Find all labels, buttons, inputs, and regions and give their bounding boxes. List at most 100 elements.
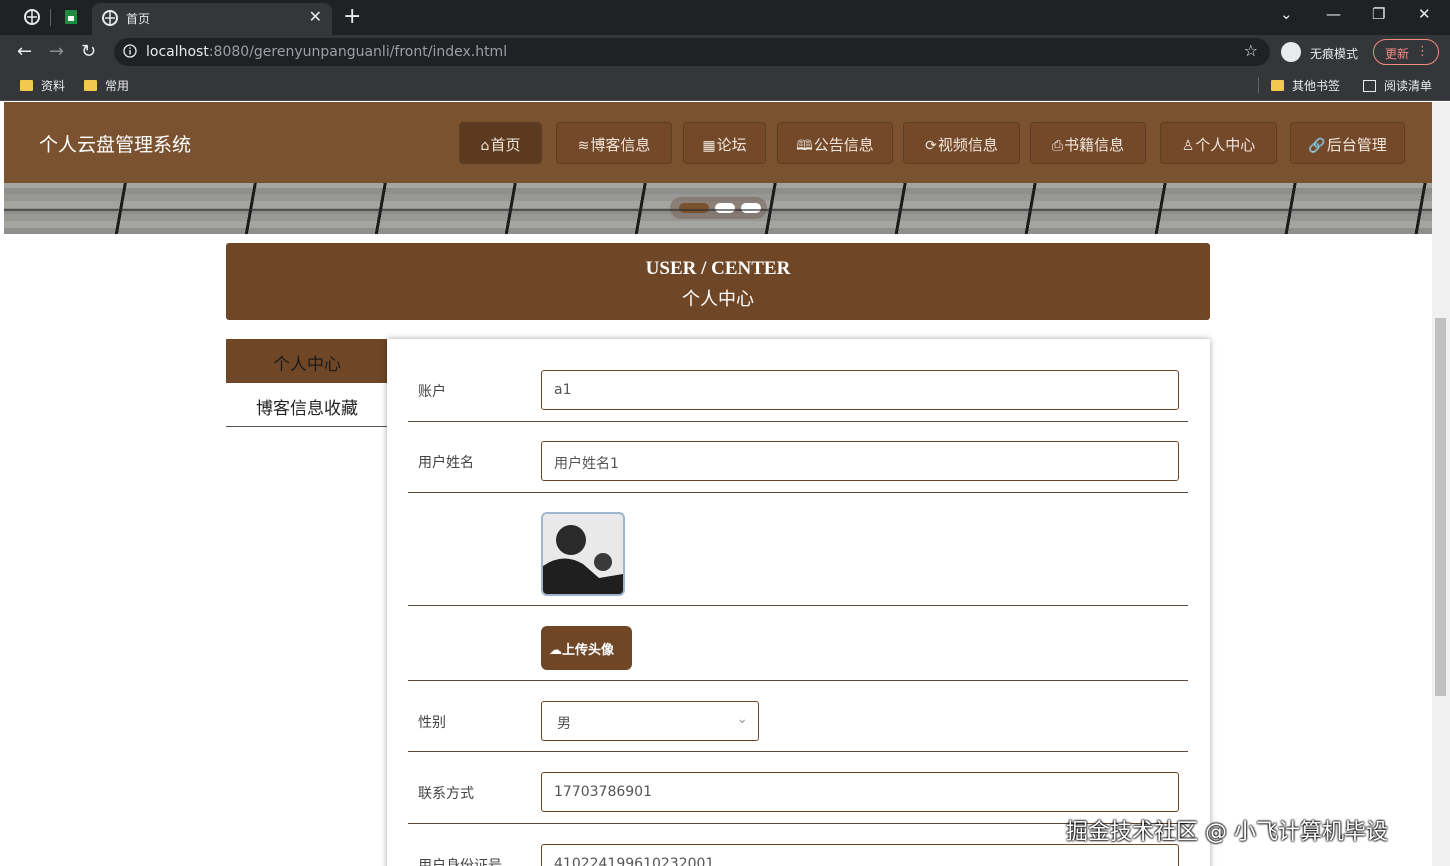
reading-list-icon <box>1363 80 1376 92</box>
bookmark-label: 阅读清单 <box>1384 79 1433 93</box>
book-icon: 🕮 <box>796 138 813 154</box>
form-row-account: 账户 a1 <box>408 339 1188 422</box>
section-title-en: USER / CENTER <box>645 258 791 279</box>
back-arrow-icon[interactable]: ← <box>17 41 32 62</box>
scrollbar-thumb[interactable] <box>1435 318 1446 696</box>
bookmarks-bar: 资料 常用 其他书签 阅读清单 <box>0 69 1450 101</box>
bookmark-folder-other[interactable]: 其他书签 <box>1271 77 1340 94</box>
address-bar[interactable]: localhost:8080/gerenyunpanguanli/front/i… <box>114 38 1270 66</box>
update-label: 更新 <box>1385 47 1410 61</box>
video-icon: ⟳ <box>925 138 937 154</box>
new-tab-button[interactable]: + <box>343 4 361 29</box>
reading-list[interactable]: 阅读清单 <box>1363 77 1432 94</box>
nav-label: 视频信息 <box>937 136 998 154</box>
site-header: 个人云盘管理系统 ⌂首页 ≋博客信息 ▦论坛 🕮公告信息 ⟳视频信息 ⎙书籍信息… <box>4 102 1432 183</box>
chevron-down-icon: ⌄ <box>736 711 748 727</box>
tab-divider <box>50 9 51 26</box>
avatar-silhouette-icon <box>543 514 623 594</box>
phone-input[interactable]: 17703786901 <box>541 772 1179 812</box>
tab-home[interactable]: 首页 ✕ <box>92 3 332 35</box>
url-text: localhost:8080/gerenyunpanguanli/front/i… <box>146 44 507 60</box>
avatar-image <box>541 512 625 596</box>
carousel-dot-3[interactable] <box>741 203 761 213</box>
name-label: 用户姓名 <box>418 455 474 471</box>
side-item-user-center[interactable]: 个人中心 <box>226 339 388 383</box>
account-label: 账户 <box>418 384 446 400</box>
form-row-avatar <box>408 493 1188 606</box>
phone-label: 联系方式 <box>418 786 474 802</box>
close-tab-icon[interactable]: ✕ <box>309 7 322 26</box>
printer-icon: ⎙ <box>1051 138 1064 154</box>
layers-icon: ≋ <box>577 138 590 154</box>
browser-tab-bar: 首页 ✕ + ⌄ — ❐ ✕ <box>0 0 1450 35</box>
nav-notice[interactable]: 🕮公告信息 <box>777 122 893 164</box>
user-icon: ♙ <box>1181 138 1195 154</box>
folder-icon <box>1271 80 1284 91</box>
section-title-cn: 个人中心 <box>682 289 754 310</box>
minimize-icon[interactable]: — <box>1326 5 1341 23</box>
nav-label: 书籍信息 <box>1064 136 1125 154</box>
chevron-down-icon[interactable]: ⌄ <box>1280 5 1293 23</box>
upload-avatar-button[interactable]: ☁上传头像 <box>541 626 632 670</box>
form-row-name: 用户姓名 用户姓名1 <box>408 422 1188 493</box>
cloud-upload-icon: ☁ <box>549 643 562 658</box>
side-menu: 个人中心 博客信息收藏 <box>226 339 388 427</box>
page-viewport: 个人云盘管理系统 ⌂首页 ≋博客信息 ▦论坛 🕮公告信息 ⟳视频信息 ⎙书籍信息… <box>4 102 1432 866</box>
incognito-icon[interactable] <box>1281 42 1301 62</box>
gender-label: 性别 <box>418 715 446 731</box>
forward-arrow-icon[interactable]: → <box>49 41 64 62</box>
section-title-box: USER / CENTER 个人中心 <box>226 243 1210 320</box>
globe-icon <box>102 10 118 26</box>
carousel-dot-1[interactable] <box>679 203 709 213</box>
page-scrollbar[interactable] <box>1432 102 1450 866</box>
nav-label: 后台管理 <box>1326 136 1387 154</box>
nav-user-center[interactable]: ♙个人中心 <box>1160 122 1277 164</box>
gender-value: 男 <box>557 716 571 732</box>
nav-label: 公告信息 <box>813 136 874 154</box>
grid-icon: ▦ <box>702 138 716 154</box>
form-row-gender: 性别 男 ⌄ <box>408 681 1188 752</box>
nav-label: 首页 <box>490 136 521 154</box>
bookmark-label: 常用 <box>105 79 130 93</box>
bookmark-folder-ziliao[interactable]: 资料 <box>20 77 65 94</box>
nav-label: 个人中心 <box>1195 136 1256 154</box>
folder-icon <box>84 80 97 91</box>
profile-form: 账户 a1 用户姓名 用户姓名1 ☁上传头像 性别 男 ⌄ 联系方式 17703… <box>387 339 1210 866</box>
globe-icon[interactable] <box>24 9 40 25</box>
site-title: 个人云盘管理系统 <box>39 134 192 156</box>
nav-forum[interactable]: ▦论坛 <box>683 122 766 164</box>
name-input[interactable]: 用户姓名1 <box>541 441 1179 481</box>
gender-select[interactable]: 男 ⌄ <box>541 701 759 741</box>
nav-label: 论坛 <box>716 136 747 154</box>
home-icon: ⌂ <box>480 138 490 154</box>
bookmark-folder-changyong[interactable]: 常用 <box>84 77 129 94</box>
idcard-input[interactable]: 410224199610232001 <box>541 844 1179 866</box>
upload-label: 上传头像 <box>562 643 615 658</box>
nav-home[interactable]: ⌂首页 <box>459 122 542 164</box>
form-row-upload: ☁上传头像 <box>408 606 1188 681</box>
url-host: localhost <box>146 44 209 60</box>
tab-title: 首页 <box>126 12 151 26</box>
side-item-blog-favorites[interactable]: 博客信息收藏 <box>226 383 388 427</box>
bookmark-label: 资料 <box>41 79 66 93</box>
reload-icon[interactable]: ↻ <box>81 41 96 62</box>
folder-icon <box>20 80 33 91</box>
nav-video[interactable]: ⟳视频信息 <box>903 122 1020 164</box>
info-icon[interactable] <box>123 44 137 58</box>
restore-icon[interactable]: ❐ <box>1372 5 1385 23</box>
incognito-label: 无痕模式 <box>1310 47 1359 61</box>
sheets-icon[interactable] <box>63 9 79 25</box>
carousel-dot-2[interactable] <box>715 203 735 213</box>
more-menu-icon[interactable]: ⋮ <box>1416 44 1429 59</box>
update-button[interactable]: 更新 ⋮ <box>1373 39 1439 65</box>
star-bookmark-icon[interactable]: ☆ <box>1244 41 1258 60</box>
nav-label: 博客信息 <box>590 136 651 154</box>
url-path: :8080/gerenyunpanguanli/front/index.html <box>208 44 508 60</box>
nav-admin[interactable]: 🔗后台管理 <box>1290 122 1405 164</box>
nav-books[interactable]: ⎙书籍信息 <box>1030 122 1146 164</box>
banner-carousel <box>4 183 1432 234</box>
window-close-icon[interactable]: ✕ <box>1418 5 1431 23</box>
account-input[interactable]: a1 <box>541 370 1179 410</box>
bookmark-label: 其他书签 <box>1292 79 1341 93</box>
nav-blog[interactable]: ≋博客信息 <box>556 122 672 164</box>
